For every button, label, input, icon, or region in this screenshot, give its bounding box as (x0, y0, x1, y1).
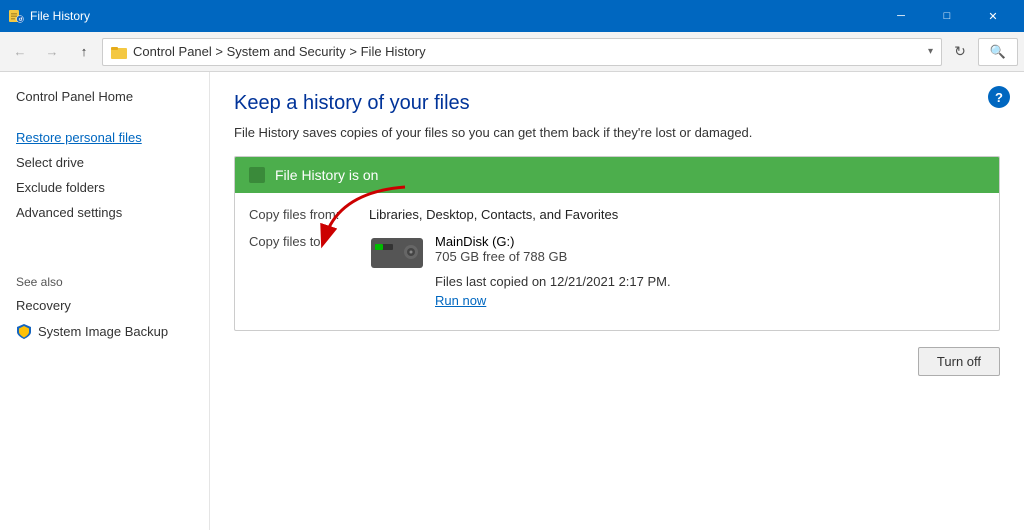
breadcrumb-dropdown[interactable]: ▾ (928, 46, 933, 57)
back-button[interactable]: ← (6, 38, 34, 66)
drive-name: MainDisk (G:) (435, 234, 671, 249)
see-also-label: See also (0, 265, 209, 293)
drive-space: 705 GB free of 788 GB (435, 249, 671, 264)
svg-text:↺: ↺ (19, 17, 23, 23)
sidebar-item-advanced-settings[interactable]: Advanced settings (0, 200, 209, 225)
drive-icon (369, 234, 425, 275)
main-layout: Control Panel Home Restore personal file… (0, 72, 1024, 530)
help-button[interactable]: ? (988, 86, 1010, 108)
search-box[interactable]: 🔍 (978, 38, 1018, 66)
breadcrumb-text: Control Panel > System and Security > Fi… (133, 44, 922, 59)
close-button[interactable]: ✕ (970, 0, 1016, 32)
address-box[interactable]: Control Panel > System and Security > Fi… (102, 38, 942, 66)
copy-to-row: Copy files to: (249, 234, 985, 308)
last-copied-text: Files last copied on 12/21/2021 2:17 PM. (435, 274, 671, 289)
sidebar-item-recovery[interactable]: Recovery (0, 293, 209, 318)
sidebar-item-system-image-backup-label: System Image Backup (38, 324, 168, 339)
status-header: File History is on (235, 157, 999, 193)
refresh-button[interactable]: ↻ (946, 38, 974, 66)
run-now-link[interactable]: Run now (435, 293, 486, 308)
window-title: File History (30, 9, 878, 23)
titlebar: ↺ File History ─ □ ✕ (0, 0, 1024, 32)
addressbar: ← → ↑ Control Panel > System and Securit… (0, 32, 1024, 72)
sidebar: Control Panel Home Restore personal file… (0, 72, 210, 530)
page-title: Keep a history of your files (234, 92, 1000, 115)
sidebar-item-exclude-folders[interactable]: Exclude folders (0, 175, 209, 200)
file-history-title-icon: ↺ (8, 8, 24, 24)
sidebar-divider (0, 109, 209, 125)
copy-from-value: Libraries, Desktop, Contacts, and Favori… (369, 207, 618, 222)
copy-from-row: Copy files from: Libraries, Desktop, Con… (249, 207, 985, 222)
drive-details: MainDisk (G:) 705 GB free of 788 GB File… (435, 234, 671, 308)
status-dot (249, 167, 265, 183)
up-button[interactable]: ↑ (70, 38, 98, 66)
forward-button[interactable]: → (38, 38, 66, 66)
minimize-button[interactable]: ─ (878, 0, 924, 32)
copy-to-label: Copy files to: (249, 234, 369, 249)
shield-icon (16, 323, 32, 339)
sidebar-item-control-panel-home[interactable]: Control Panel Home (0, 84, 209, 109)
maximize-button[interactable]: □ (924, 0, 970, 32)
status-title: File History is on (275, 167, 378, 183)
sidebar-item-system-image-backup[interactable]: System Image Backup (0, 318, 209, 344)
action-row: Turn off (234, 347, 1000, 376)
copy-from-label: Copy files from: (249, 207, 369, 222)
sidebar-item-select-drive[interactable]: Select drive (0, 150, 209, 175)
window-controls: ─ □ ✕ (878, 0, 1016, 32)
turn-off-button[interactable]: Turn off (918, 347, 1000, 376)
drive-info-container: MainDisk (G:) 705 GB free of 788 GB File… (369, 234, 671, 308)
status-box: File History is on Copy files from: Libr… (234, 156, 1000, 331)
page-description: File History saves copies of your files … (234, 125, 1000, 140)
status-body: Copy files from: Libraries, Desktop, Con… (235, 193, 999, 330)
sidebar-item-restore-files[interactable]: Restore personal files (0, 125, 209, 150)
search-icon: 🔍 (990, 44, 1006, 60)
folder-icon (111, 44, 127, 60)
content-area: ? Keep a history of your files File Hist… (210, 72, 1024, 530)
